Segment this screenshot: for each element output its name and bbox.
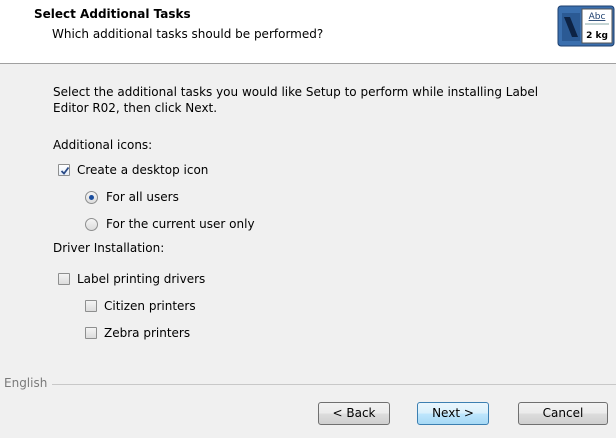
logo-text-bottom: 2 kg — [586, 31, 608, 41]
checkbox-unchecked-icon[interactable] — [85, 300, 97, 312]
label-drivers-label: Label printing drivers — [77, 272, 206, 286]
page-title: Select Additional Tasks — [34, 7, 191, 21]
citizen-printers-label: Citizen printers — [104, 299, 196, 313]
cancel-button[interactable]: Cancel — [518, 402, 608, 425]
zebra-printers-label: Zebra printers — [104, 326, 191, 340]
wizard-content: Select the additional tasks you would li… — [0, 64, 616, 438]
label-box-icon: Abc 2 kg — [556, 3, 616, 49]
logo-text-top: Abc — [589, 12, 606, 22]
current-user-label: For the current user only — [106, 217, 255, 231]
footer-divider — [52, 384, 616, 385]
checkbox-checked-icon[interactable] — [58, 164, 70, 176]
for-all-users-radio[interactable]: For all users — [85, 190, 179, 204]
radio-selected-icon[interactable] — [85, 190, 98, 204]
citizen-printers-checkbox[interactable]: Citizen printers — [85, 299, 196, 313]
desktop-icon-checkbox[interactable]: Create a desktop icon — [58, 163, 208, 177]
next-button[interactable]: Next > — [417, 402, 489, 425]
desktop-icon-label: Create a desktop icon — [77, 163, 209, 177]
driver-installation-label: Driver Installation: — [53, 241, 165, 255]
checkbox-unchecked-icon[interactable] — [85, 327, 97, 339]
setup-wizard-window: Select Additional Tasks Which additional… — [0, 0, 616, 438]
zebra-printers-checkbox[interactable]: Zebra printers — [85, 326, 190, 340]
for-all-users-label: For all users — [106, 190, 179, 204]
current-user-radio[interactable]: For the current user only — [85, 217, 255, 231]
language-label: English — [4, 376, 48, 390]
checkbox-unchecked-icon[interactable] — [58, 273, 70, 285]
back-button[interactable]: < Back — [318, 402, 390, 425]
wizard-header: Select Additional Tasks Which additional… — [0, 0, 616, 64]
additional-icons-label: Additional icons: — [53, 138, 153, 152]
label-drivers-checkbox[interactable]: Label printing drivers — [58, 272, 205, 286]
intro-text: Select the additional tasks you would li… — [53, 85, 539, 115]
page-subtitle: Which additional tasks should be perform… — [52, 27, 324, 41]
radio-unselected-icon[interactable] — [85, 217, 98, 231]
